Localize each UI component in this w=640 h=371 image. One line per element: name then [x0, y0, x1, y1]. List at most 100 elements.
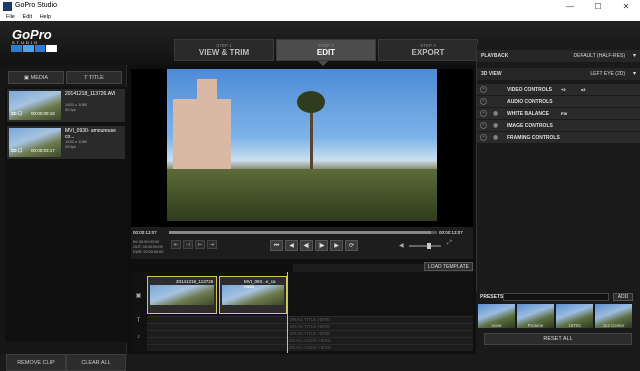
window-titlebar: GoPro Studio — ☐ ✕	[0, 0, 640, 13]
framing-controls-row[interactable]: - ◉ FRAMING CONTROLS	[477, 132, 640, 144]
scrub-progress	[169, 231, 431, 234]
load-template-button[interactable]: LOAD TEMPLATE	[424, 262, 473, 271]
media-item[interactable]: MVI_0930- amoureuse co... 1920 x 1080 25…	[7, 126, 125, 159]
media-tags: 2D ☐	[11, 111, 23, 116]
audio-drop-track[interactable]: DRAG AUDIO HERE	[147, 337, 473, 344]
media-duration: 00:00:03:17	[31, 148, 55, 153]
preset-name-input[interactable]	[503, 293, 609, 301]
video-controls-row[interactable]: - VIDEO CONTROLS +2 x2	[477, 84, 640, 96]
loop-icon[interactable]: ⟳	[345, 240, 358, 251]
tab-label: TITLE	[88, 75, 104, 81]
window-title: GoPro Studio	[15, 2, 58, 9]
expand-icon[interactable]: -	[480, 122, 487, 129]
duration: DUR: 00:00:00:00	[133, 250, 164, 254]
timecode-start: 00:00:13:07	[133, 230, 157, 235]
mark-out-icon[interactable]: ⇥	[207, 240, 217, 249]
control-label: AUDIO CONTROLS	[507, 99, 553, 105]
split-right-icon[interactable]: ⊢	[195, 240, 205, 249]
eye-icon[interactable]: ◉	[493, 110, 498, 117]
media-duration: 00:00:09:18	[31, 111, 55, 116]
title-drop-track[interactable]: DRAG TITLE HERE	[147, 323, 473, 330]
tab-media[interactable]: ▣ MEDIA	[8, 71, 64, 84]
garden	[167, 169, 437, 221]
clear-all-button[interactable]: CLEAR ALL	[66, 354, 126, 371]
scrub-bar[interactable]	[169, 231, 437, 234]
mark-in-icon[interactable]: ⇤	[171, 240, 181, 249]
eye-icon[interactable]: ◉	[493, 122, 498, 129]
media-panel: ▣ MEDIA T TITLE 20141218_113726.AVI 1920…	[0, 65, 127, 371]
tab-label: MEDIA	[30, 75, 49, 81]
minimize-button[interactable]: —	[560, 0, 580, 13]
video-viewer	[131, 69, 473, 247]
frame-back-icon[interactable]: ◀|	[300, 240, 313, 251]
chevron-down-icon: ▾	[632, 53, 636, 59]
palm-tree	[297, 91, 325, 113]
maximize-button[interactable]: ☐	[588, 0, 608, 13]
media-tags: 2D ☐	[11, 148, 23, 153]
playback-value: DEFAULT (HALF-RES)	[573, 53, 626, 59]
menu-file[interactable]: File	[6, 13, 15, 21]
menu-edit[interactable]: Edit	[23, 13, 32, 21]
step-export[interactable]: STEP 3 EXPORT	[378, 39, 478, 61]
expand-icon[interactable]: -	[480, 134, 487, 141]
clip-title: MVI_093...e_ca nada	[244, 279, 276, 289]
expand-icon[interactable]: -	[480, 98, 487, 105]
close-button[interactable]: ✕	[616, 0, 636, 13]
skip-back-icon[interactable]: ⏮	[270, 240, 283, 251]
timeline-playhead[interactable]	[287, 272, 288, 353]
tab-title[interactable]: T TITLE	[66, 71, 122, 84]
control-label: WHITE BALANCE	[507, 111, 549, 117]
clip-thumbnail	[150, 285, 214, 305]
preset-label: none	[491, 323, 502, 328]
white-balance-row[interactable]: - ◉ WHITE BALANCE FIX	[477, 108, 640, 120]
playback-row[interactable]: PLAYBACK DEFAULT (HALF-RES) ▾	[477, 50, 640, 62]
camera-icon: ▣	[23, 75, 31, 81]
frame-forward-icon[interactable]: |▶	[315, 240, 328, 251]
add-preset-button[interactable]: ADD	[613, 293, 633, 301]
remove-clip-button[interactable]: REMOVE CLIP	[6, 354, 66, 371]
audio-controls-row[interactable]: - AUDIO CONTROLS	[477, 96, 640, 108]
eye-icon[interactable]: ◉	[493, 134, 498, 141]
presets-panel: PRESETS ADD none Protune 1970s 4x3 Cente…	[476, 291, 640, 354]
control-label: FRAMING CONTROLS	[507, 135, 560, 141]
3d-view-row[interactable]: 3D VIEW LEFT EYE (2D) ▾	[477, 68, 640, 80]
preset-label: 1970s	[568, 323, 581, 328]
media-item[interactable]: 20141218_113726.AVI 1920 x 1080 30 fps 2…	[7, 89, 125, 122]
expand-icon[interactable]: -	[480, 110, 487, 117]
media-fps: 25 fps	[65, 144, 76, 149]
title-track-icon: T	[136, 318, 141, 324]
timeline-clip-1[interactable]: 20141218_113726	[147, 276, 217, 314]
audio-track-icon: ♪	[137, 334, 140, 340]
fullscreen-icon[interactable]: ⤢	[447, 240, 452, 247]
volume-slider[interactable]	[409, 245, 441, 247]
speaker-icon: ◀	[399, 243, 404, 249]
video-frame[interactable]	[167, 69, 437, 221]
reset-all-button[interactable]: RESET ALL	[484, 333, 632, 345]
media-list: 20141218_113726.AVI 1920 x 1080 30 fps 2…	[5, 87, 127, 342]
timeline-clip-2[interactable]: MVI_093...e_ca nada	[219, 276, 287, 314]
3d-view-label: 3D VIEW	[481, 71, 502, 77]
media-fps: 30 fps	[65, 107, 76, 112]
title-drop-track[interactable]: DRAG TITLE HERE	[147, 330, 473, 337]
app-icon	[3, 2, 12, 11]
volume-knob[interactable]	[427, 243, 431, 249]
chevron-down-icon: ▾	[632, 71, 636, 77]
audio-drop-track[interactable]: DRAG AUDIO HERE	[147, 344, 473, 351]
step-edit[interactable]: STEP 2 EDIT	[276, 39, 376, 61]
3d-view-value: LEFT EYE (2D)	[590, 71, 625, 77]
expand-icon[interactable]: -	[480, 86, 487, 93]
controls-panel: PLAYBACK DEFAULT (HALF-RES) ▾ 3D VIEW LE…	[476, 44, 640, 333]
step-pointer	[318, 61, 328, 66]
menu-bar: File Edit Help	[0, 13, 640, 21]
menu-help[interactable]: Help	[40, 13, 51, 21]
play-icon[interactable]: ▶	[330, 240, 343, 251]
title-drop-track[interactable]: DRAG TITLE HERE	[147, 316, 473, 323]
transport-controls: 00:00:13:07 00:00:13:07 IN: 00:00:00:00 …	[131, 227, 473, 259]
image-controls-row[interactable]: - ◉ IMAGE CONTROLS	[477, 120, 640, 132]
split-icon[interactable]: ⊣	[183, 240, 193, 249]
building-tower	[197, 79, 217, 109]
step-view-trim[interactable]: STEP 1 VIEW & TRIM	[174, 39, 274, 61]
badge: +2	[561, 87, 566, 92]
presets-label: PRESETS	[480, 294, 504, 300]
step-back-icon[interactable]: ◀	[285, 240, 298, 251]
